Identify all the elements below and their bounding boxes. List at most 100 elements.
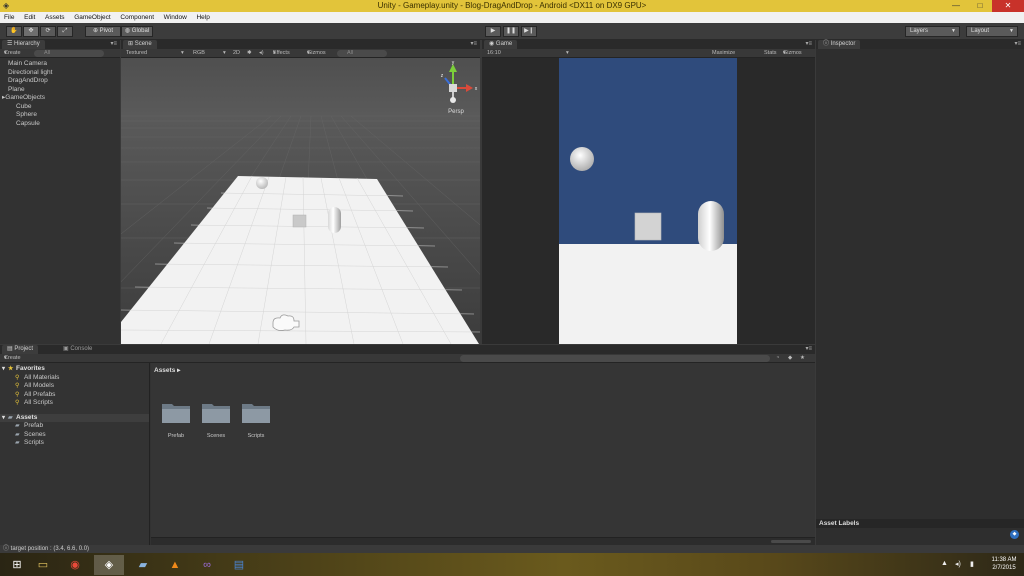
scale-icon: ⤢ — [62, 28, 68, 34]
scene-gizmos-dropdown[interactable]: Gizmos ▾ — [307, 49, 326, 58]
project-create-button[interactable]: Create ▾ — [4, 354, 21, 363]
battery-icon[interactable]: ▮ — [970, 560, 974, 568]
pause-button[interactable]: ❚❚ — [503, 26, 519, 37]
breadcrumb[interactable]: Assets ▸ — [154, 366, 180, 374]
main-toolbar: ✋ ✥ ⟳ ⤢ ⊕ Pivot ◍ Global ▶ ❚❚ ▶❙ Layers ▼… — [0, 23, 1024, 40]
game-capsule[interactable] — [698, 201, 724, 251]
file-explorer-icon[interactable]: ▭ — [28, 555, 58, 575]
audio-icon[interactable]: ◂) — [259, 49, 264, 58]
light-icon[interactable]: ✱ — [247, 49, 252, 58]
tab-scene[interactable]: ⊞ Scene — [123, 40, 157, 49]
game-viewport[interactable] — [482, 58, 815, 344]
folder-scripts[interactable]: Scripts — [241, 401, 271, 439]
scene-capsule[interactable] — [328, 207, 341, 233]
orientation-gizmo[interactable]: y x z Persp — [430, 60, 480, 120]
tree-scenes[interactable]: ▰ Scenes — [0, 431, 149, 440]
move-tool-button[interactable]: ✥ — [23, 26, 39, 37]
tree-all-models[interactable]: ⚲ All Models — [0, 382, 149, 391]
scene-panel: ⊞ Scene ▾≡ Textured ▾ RGB ▾ 2D ✱ ◂) Effe… — [121, 40, 480, 344]
notes-app-icon[interactable]: ▰ — [128, 555, 158, 575]
close-button[interactable]: ✕ — [992, 0, 1024, 12]
rotate-icon: ⟳ — [45, 28, 51, 34]
game-gizmos-dropdown[interactable]: Gizmos ▾ — [783, 49, 802, 58]
menu-file[interactable]: File — [4, 12, 14, 21]
unity-taskbar-icon[interactable]: ◈ — [94, 555, 124, 575]
project-search-input[interactable] — [460, 355, 770, 362]
step-button[interactable]: ▶❙ — [521, 26, 537, 37]
game-sphere[interactable] — [570, 147, 594, 171]
network-icon[interactable]: ▲ — [941, 560, 948, 567]
system-clock[interactable]: 11:38 AM 2/7/2015 — [989, 556, 1019, 572]
folder-scenes[interactable]: Scenes — [201, 401, 231, 439]
tree-scripts[interactable]: ▰ Scripts — [0, 439, 149, 448]
menu-assets[interactable]: Assets — [45, 12, 65, 21]
filter-label-icon[interactable]: ◆ — [788, 354, 792, 363]
hierarchy-search-input[interactable]: All — [34, 50, 104, 57]
tree-assets[interactable]: ▾ ▰ Assets — [0, 413, 149, 422]
menu-edit[interactable]: Edit — [24, 12, 35, 21]
panel-options-icon[interactable]: ▾≡ — [1014, 40, 1021, 49]
folder-prefab[interactable]: Prefab — [161, 401, 191, 439]
tab-project[interactable]: ▤ Project — [2, 345, 39, 354]
tree-prefab[interactable]: ▰ Prefab — [0, 422, 149, 431]
chevron-down-icon: ▼ — [1009, 28, 1014, 34]
scene-viewport[interactable]: y x z Persp — [121, 58, 480, 344]
pivot-toggle[interactable]: ⊕ Pivot — [85, 26, 121, 37]
tree-favorites[interactable]: ▾ ★ Favorites — [0, 365, 149, 374]
play-button[interactable]: ▶ — [485, 26, 501, 37]
scene-effects-dropdown[interactable]: Effects ▾ — [273, 49, 290, 58]
panel-options-icon[interactable]: ▾≡ — [805, 345, 812, 354]
favorite-star-icon[interactable]: ★ — [800, 354, 805, 363]
hierarchy-item-directional-light[interactable]: Directional light — [0, 69, 120, 78]
tab-inspector[interactable]: ⓘ Inspector — [818, 40, 861, 49]
panel-options-icon[interactable]: ▾≡ — [470, 40, 477, 49]
panel-options-icon[interactable]: ▾≡ — [805, 40, 812, 49]
scene-search-input[interactable]: All — [337, 50, 387, 57]
layout-dropdown[interactable]: Layout ▼ — [966, 26, 1018, 37]
menu-component[interactable]: Component — [120, 12, 154, 21]
filter-type-icon[interactable]: ◔ — [776, 354, 779, 363]
vlc-icon[interactable]: ▲ — [160, 555, 190, 575]
folder-icon: ▰ — [15, 423, 20, 429]
scene-cube[interactable] — [292, 214, 307, 228]
game-cube[interactable] — [634, 212, 662, 241]
tree-all-materials[interactable]: ⚲ All Materials — [0, 374, 149, 383]
game-panel: ◉ Game ▾≡ 16:10 Portrait (10:16) ▾ Maxim… — [482, 40, 815, 344]
maximize-button[interactable]: □ — [968, 0, 992, 12]
global-toggle[interactable]: ◍ Global — [121, 26, 153, 37]
rotate-tool-button[interactable]: ⟳ — [40, 26, 56, 37]
zoom-slider[interactable] — [771, 540, 811, 543]
tab-game[interactable]: ◉ Game — [484, 40, 518, 49]
hierarchy-item-draganddrop[interactable]: DragAndDrop — [0, 77, 120, 86]
hierarchy-item-sphere[interactable]: Sphere — [0, 111, 120, 120]
menu-gameobject[interactable]: GameObject — [74, 12, 111, 21]
tree-all-prefabs[interactable]: ⚲ All Prefabs — [0, 391, 149, 400]
chrome-icon[interactable]: ◉ — [60, 555, 90, 575]
layers-dropdown[interactable]: Layers ▼ — [905, 26, 960, 37]
hierarchy-item-main-camera[interactable]: Main Camera — [0, 60, 120, 69]
tab-console[interactable]: ▣ Console — [58, 345, 98, 354]
persp-label[interactable]: Persp — [448, 109, 464, 115]
hierarchy-icon: ☰ — [7, 41, 15, 47]
panel-options-icon[interactable]: ▾≡ — [110, 40, 117, 49]
hierarchy-item-gameobjects[interactable]: ▸GameObjects — [0, 94, 120, 103]
window-title: Unity - Gameplay.unity - Blog-DragAndDro… — [377, 1, 647, 10]
minimize-button[interactable]: — — [944, 0, 968, 12]
move-icon: ✥ — [28, 28, 34, 34]
menu-help[interactable]: Help — [196, 12, 209, 21]
hand-tool-button[interactable]: ✋ — [6, 26, 22, 37]
tag-icon[interactable]: ◆ — [1010, 530, 1019, 539]
scale-tool-button[interactable]: ⤢ — [57, 26, 73, 37]
menu-window[interactable]: Window — [164, 12, 187, 21]
visual-studio-icon[interactable]: ∞ — [192, 555, 222, 575]
globe-icon: ◍ — [124, 28, 132, 34]
tab-hierarchy[interactable]: ☰ Hierarchy — [2, 40, 45, 49]
hierarchy-create-button[interactable]: Create ▾ — [4, 49, 21, 58]
scene-sphere[interactable] — [256, 177, 268, 189]
tree-all-scripts[interactable]: ⚲ All Scripts — [0, 399, 149, 408]
hierarchy-item-cube[interactable]: Cube — [0, 103, 120, 112]
word-icon[interactable]: ▤ — [224, 555, 254, 575]
hierarchy-item-plane[interactable]: Plane — [0, 86, 120, 95]
hierarchy-item-capsule[interactable]: Capsule — [0, 120, 120, 129]
volume-icon[interactable]: ◂) — [955, 560, 961, 568]
